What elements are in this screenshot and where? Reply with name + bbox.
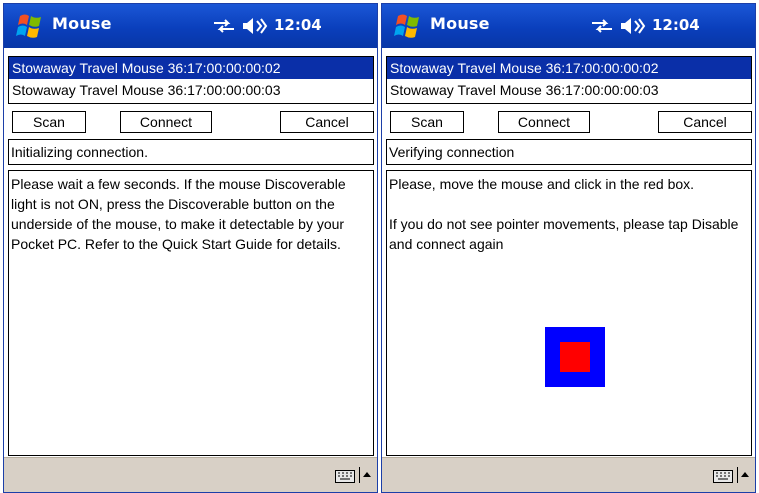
menu-bar bbox=[4, 457, 377, 492]
keyboard-icon[interactable] bbox=[335, 470, 355, 483]
click-target-red-square[interactable] bbox=[560, 342, 590, 372]
clock[interactable]: 12:04 bbox=[274, 16, 322, 34]
connect-button[interactable]: Connect bbox=[120, 111, 212, 133]
device-list-item-selected[interactable]: Stowaway Travel Mouse 36:17:00:00:00:02 bbox=[9, 57, 373, 79]
device-list-item[interactable]: Stowaway Travel Mouse 36:17:00:00:00:03 bbox=[387, 79, 751, 101]
speaker-icon[interactable] bbox=[620, 16, 646, 36]
device-list[interactable]: Stowaway Travel Mouse 36:17:00:00:00:02 … bbox=[8, 56, 374, 104]
cancel-button[interactable]: Cancel bbox=[658, 111, 752, 133]
speaker-icon[interactable] bbox=[242, 16, 268, 36]
connect-button[interactable]: Connect bbox=[498, 111, 590, 133]
cancel-button[interactable]: Cancel bbox=[280, 111, 374, 133]
windows-start-icon[interactable] bbox=[14, 12, 46, 40]
device-list-item[interactable]: Stowaway Travel Mouse 36:17:00:00:00:03 bbox=[9, 79, 373, 101]
sync-icon[interactable] bbox=[212, 18, 236, 34]
title-bar: Mouse 12:04 bbox=[382, 4, 755, 48]
sip-arrow-icon[interactable] bbox=[737, 467, 751, 483]
keyboard-icon[interactable] bbox=[713, 470, 733, 483]
status-text: Initializing connection. bbox=[8, 139, 374, 165]
app-title: Mouse bbox=[430, 14, 490, 33]
clock[interactable]: 12:04 bbox=[652, 16, 700, 34]
device-list[interactable]: Stowaway Travel Mouse 36:17:00:00:00:02 … bbox=[386, 56, 752, 104]
pocketpc-screen-initializing: Mouse 12:04 Stowaway Travel Mouse 36:17:… bbox=[3, 3, 378, 493]
menu-bar bbox=[382, 457, 755, 492]
message-box: Please, move the mouse and click in the … bbox=[386, 170, 752, 456]
instruction-text: Please, move the mouse and click in the … bbox=[389, 176, 695, 192]
sip-arrow-icon[interactable] bbox=[359, 467, 373, 483]
status-text: Verifying connection bbox=[386, 139, 752, 165]
windows-start-icon[interactable] bbox=[392, 12, 424, 40]
pocketpc-screen-verifying: Mouse 12:04 Stowaway Travel Mouse 36:17:… bbox=[381, 3, 756, 493]
scan-button[interactable]: Scan bbox=[12, 111, 86, 133]
scan-button[interactable]: Scan bbox=[390, 111, 464, 133]
instruction-text: Please wait a few seconds. If the mouse … bbox=[11, 176, 346, 252]
title-bar: Mouse 12:04 bbox=[4, 4, 377, 48]
click-target-box[interactable] bbox=[545, 327, 605, 387]
message-box: Please wait a few seconds. If the mouse … bbox=[8, 170, 374, 456]
device-list-item-selected[interactable]: Stowaway Travel Mouse 36:17:00:00:00:02 bbox=[387, 57, 751, 79]
app-title: Mouse bbox=[52, 14, 112, 33]
sync-icon[interactable] bbox=[590, 18, 614, 34]
instruction-text-secondary: If you do not see pointer movements, ple… bbox=[389, 216, 739, 252]
